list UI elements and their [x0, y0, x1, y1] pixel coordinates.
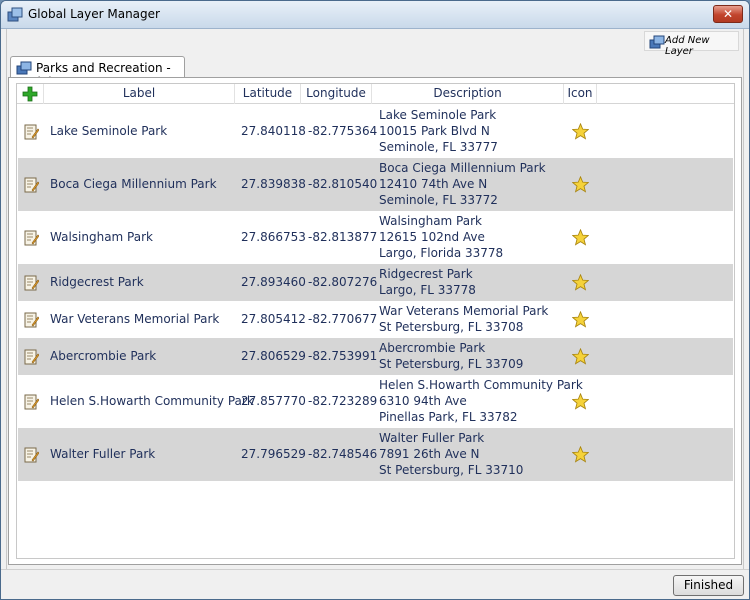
row-label: Boca Ciega Millennium Park: [50, 177, 217, 191]
table-row[interactable]: Ridgecrest Park 27.893460 -82.807276 Ridgec…: [18, 264, 733, 301]
row-longitude: -82.775364: [308, 124, 378, 138]
row-description-line: Seminole, FL 33772: [379, 193, 498, 207]
add-new-layer-button[interactable]: Add New Layer: [644, 31, 739, 57]
edit-icon[interactable]: [23, 275, 39, 291]
row-description-line: St Petersburg, FL 33709: [379, 357, 524, 371]
row-longitude: -82.813877: [308, 230, 378, 244]
row-description-line: Largo, FL 33778: [379, 283, 476, 297]
row-description-line: St Petersburg, FL 33710: [379, 463, 524, 477]
grid-header: Label Latitude Longitude Description Ico…: [17, 84, 734, 104]
star-icon[interactable]: [572, 311, 589, 328]
row-latitude: 27.893460: [241, 275, 306, 289]
window-content: Add New Layer Parks and Recreation - (8)…: [6, 29, 744, 569]
row-description-line: 10015 Park Blvd N: [379, 124, 490, 138]
title-bar[interactable]: Global Layer Manager ✕: [1, 1, 749, 29]
row-description-line: Seminole, FL 33777: [379, 140, 498, 154]
row-description-line: 12615 102nd Ave: [379, 230, 485, 244]
edit-icon[interactable]: [23, 230, 39, 246]
add-new-layer-label: Add New Layer: [665, 35, 710, 57]
row-label: War Veterans Memorial Park: [50, 312, 220, 326]
edit-icon[interactable]: [23, 394, 39, 410]
row-latitude: 27.806529: [241, 349, 306, 363]
window-title: Global Layer Manager: [28, 7, 160, 21]
table-row[interactable]: Walter Fuller Park 27.796529 -82.748546 Wal…: [18, 428, 733, 481]
star-icon[interactable]: [572, 123, 589, 140]
edit-icon[interactable]: [23, 177, 39, 193]
edit-icon[interactable]: [23, 349, 39, 365]
row-description-line: 7891 26th Ave N: [379, 447, 480, 461]
star-icon[interactable]: [572, 274, 589, 291]
row-longitude: -82.810540: [308, 177, 378, 191]
tab-panel: Label Latitude Longitude Description Ico…: [8, 77, 742, 565]
layers-app-icon: [7, 7, 23, 22]
table-row[interactable]: War Veterans Memorial Park 27.805412 -82.7…: [18, 301, 733, 338]
row-latitude: 27.857770: [241, 394, 306, 408]
plus-icon[interactable]: [22, 86, 38, 102]
row-description-line: War Veterans Memorial Park: [379, 304, 549, 318]
row-longitude: -82.723289: [308, 394, 378, 408]
row-description-line: 12410 74th Ave N: [379, 177, 488, 191]
add-row-header: [17, 84, 44, 104]
table-row[interactable]: Boca Ciega Millennium Park 27.839838 -82.8…: [18, 158, 733, 211]
edit-icon[interactable]: [23, 124, 39, 140]
global-layer-manager-window: Global Layer Manager ✕ Add New Layer Par…: [0, 0, 750, 600]
row-description-line: 6310 94th Ave: [379, 394, 467, 408]
table-row[interactable]: Lake Seminole Park 27.840118 -82.775364 Lak…: [18, 105, 733, 158]
row-longitude: -82.748546: [308, 447, 378, 461]
row-longitude: -82.807276: [308, 275, 378, 289]
star-icon[interactable]: [572, 393, 589, 410]
row-description-line: Pinellas Park, FL 33782: [379, 410, 518, 424]
row-description-line: Boca Ciega Millennium Park: [379, 161, 546, 175]
row-label: Walter Fuller Park: [50, 447, 156, 461]
row-longitude: -82.753991: [308, 349, 378, 363]
row-description-line: Walter Fuller Park: [379, 431, 485, 445]
row-description-line: Helen S.Howarth Community Park: [379, 378, 583, 392]
layers-icon: [649, 35, 665, 49]
row-label: Helen S.Howarth Community Park: [50, 394, 254, 408]
row-description-line: Walsingham Park: [379, 214, 482, 228]
row-description-line: Lake Seminole Park: [379, 108, 497, 122]
table-row[interactable]: Helen S.Howarth Community Park 27.857770-…: [18, 375, 733, 428]
layer-grid: Label Latitude Longitude Description Ico…: [16, 83, 735, 559]
row-description-line: Largo, Florida 33778: [379, 246, 504, 260]
row-latitude: 27.866753: [241, 230, 306, 244]
finished-button[interactable]: Finished: [673, 575, 744, 596]
row-latitude: 27.805412: [241, 312, 306, 326]
row-latitude: 27.839838: [241, 177, 306, 191]
column-header-description[interactable]: Description: [372, 84, 564, 104]
layer-icon: [16, 61, 32, 75]
edit-icon[interactable]: [23, 447, 39, 463]
row-latitude: 27.840118: [241, 124, 306, 138]
column-header-longitude[interactable]: Longitude: [301, 84, 372, 104]
row-label: Walsingham Park: [50, 230, 153, 244]
row-description-line: Ridgecrest Park: [379, 267, 473, 281]
table-row[interactable]: Abercrombie Park 27.806529 -82.753991 Aberc…: [18, 338, 733, 375]
column-header-label[interactable]: Label: [44, 84, 235, 104]
column-header-icon[interactable]: Icon: [564, 84, 597, 104]
table-row[interactable]: Walsingham Park 27.866753 -82.813877 Walsin…: [18, 211, 733, 264]
row-label: Lake Seminole Park: [50, 124, 168, 138]
row-description-line: Abercrombie Park: [379, 341, 486, 355]
star-icon[interactable]: [572, 446, 589, 463]
row-longitude: -82.770677: [308, 312, 378, 326]
star-icon[interactable]: [572, 348, 589, 365]
edit-icon[interactable]: [23, 312, 39, 328]
close-button[interactable]: ✕: [713, 5, 743, 23]
row-label: Abercrombie Park: [50, 349, 157, 363]
button-bar: Finished: [1, 569, 749, 599]
row-description-line: St Petersburg, FL 33708: [379, 320, 524, 334]
star-icon[interactable]: [572, 229, 589, 246]
tab-parks-and-recreation[interactable]: Parks and Recreation - (8): [10, 56, 185, 89]
row-latitude: 27.796529: [241, 447, 306, 461]
row-label: Ridgecrest Park: [50, 275, 144, 289]
star-icon[interactable]: [572, 176, 589, 193]
column-header-latitude[interactable]: Latitude: [235, 84, 301, 104]
